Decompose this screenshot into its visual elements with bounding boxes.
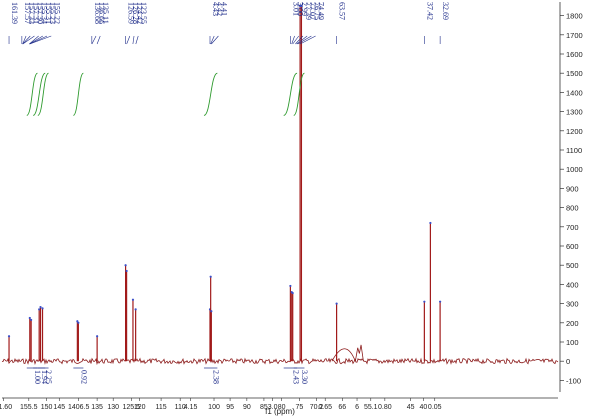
peak-label: 161.39 — [10, 2, 19, 24]
bottom-axis-tick-label: 145 — [53, 404, 65, 411]
right-axis-tick-label: 700 — [566, 223, 579, 232]
peak-tip-marker — [7, 335, 11, 338]
peak-tip-marker — [423, 300, 426, 303]
right-axis-tick-label: 1400 — [566, 88, 583, 97]
integral-label: 2.25 — [44, 370, 53, 384]
peak-tip-marker — [291, 291, 294, 295]
peak-tip-marker — [41, 307, 44, 310]
peak-tip-marker — [131, 298, 135, 301]
peak-tip-marker — [96, 335, 99, 338]
peak-tip-marker — [39, 305, 42, 309]
right-axis-tick-label: 800 — [566, 204, 579, 213]
peak-tip-marker — [124, 264, 127, 267]
bottom-axis-tick-label: 155.5 — [20, 404, 38, 411]
right-axis-tick-label: 1100 — [566, 146, 582, 155]
integral-label: 2.43 — [291, 370, 300, 384]
peak-tip-marker — [429, 221, 432, 225]
bottom-axis-tick-label: 95 — [226, 404, 234, 411]
peak-tip-marker — [335, 302, 338, 305]
right-axis-tick-label: 0 — [566, 357, 570, 366]
bottom-axis-tick-label: 45 — [407, 404, 415, 411]
bottom-axis-tick-label: 135 — [91, 404, 103, 411]
bottom-axis-tick-label: 120 — [134, 404, 146, 411]
bottom-axis-tick-label: 115 — [156, 404, 167, 411]
peak-tip-marker — [125, 269, 128, 273]
x-axis-label: f1 (ppm) — [265, 407, 295, 416]
peak-tip-marker — [30, 318, 33, 322]
peak-tip-marker — [77, 321, 80, 324]
bottom-axis-tick-label: 0.65 — [318, 404, 332, 411]
peak-label: 123.55 — [139, 2, 148, 24]
bottom-axis-tick-label: 100 — [208, 404, 220, 411]
peak-label: 155.22 — [52, 2, 61, 24]
bottom-axis-tick-label: 66 — [338, 404, 346, 411]
right-axis-tick-label: 100 — [566, 338, 579, 347]
nmr-spectrum-chart: 161.39 157.57157.33157.31157.30155.34155.… — [0, 0, 600, 419]
peak-tip-marker — [28, 316, 31, 320]
bottom-axis-tick-label: 4.15 — [184, 404, 198, 411]
right-axis-tick-label: 1000 — [566, 165, 583, 174]
peak-label: 74.49 — [317, 2, 326, 20]
right-axis-tick-label: 1300 — [566, 108, 583, 117]
bottom-axis-tick-label: 75 — [296, 404, 304, 411]
peak-label: 32.69 — [441, 2, 450, 20]
peak-label: 4.41 — [219, 2, 228, 16]
peak-tip-marker — [289, 284, 292, 288]
peak-tip-marker — [134, 308, 137, 311]
right-axis-tick-label: 1800 — [566, 12, 583, 21]
right-axis-tick-label: 600 — [566, 242, 579, 251]
bottom-axis-tick-label: 130 — [107, 404, 119, 411]
bottom-axis-tick-label: 0.05 — [428, 404, 442, 411]
right-axis-tick-label: 1200 — [566, 127, 583, 136]
peak-label: 63.57 — [338, 2, 347, 20]
right-axis-tick-label: 1500 — [566, 69, 583, 78]
bottom-axis-tick-label: 55.1 — [364, 404, 378, 411]
bottom-axis-tick-label: 0.80 — [378, 404, 392, 411]
right-axis-tick-label: 500 — [566, 261, 579, 270]
right-axis-tick-label: 1600 — [566, 50, 583, 59]
integral-label: 0.92 — [79, 370, 88, 384]
right-axis-tick-label: 200 — [566, 319, 579, 328]
peak-tip-marker — [209, 275, 212, 278]
bottom-axis-tick-label: 81.60 — [0, 404, 12, 411]
right-axis-tick-label: 400 — [566, 280, 579, 289]
right-axis-tick-label: 900 — [566, 184, 579, 193]
peak-tip-marker — [439, 300, 442, 303]
bottom-axis-tick-label: 6 — [355, 404, 359, 411]
peak-label: 37.42 — [425, 2, 434, 20]
bottom-axis-tick-label: 90 — [243, 404, 251, 411]
right-axis-tick-label: 300 — [566, 300, 579, 309]
integral-label: 3.30 — [300, 370, 309, 384]
bottom-axis-tick-label: 40 — [419, 404, 427, 411]
right-axis-tick-label: 1700 — [566, 31, 583, 40]
bottom-axis-tick-label: 150 — [41, 404, 53, 411]
peak-label: 135.11 — [101, 2, 110, 24]
bottom-axis-tick-label: 1406.5 — [68, 404, 90, 411]
right-axis-tick-label: -100 — [566, 376, 581, 385]
integral-label: 2.38 — [212, 370, 221, 384]
peak-tip-marker — [210, 310, 213, 313]
